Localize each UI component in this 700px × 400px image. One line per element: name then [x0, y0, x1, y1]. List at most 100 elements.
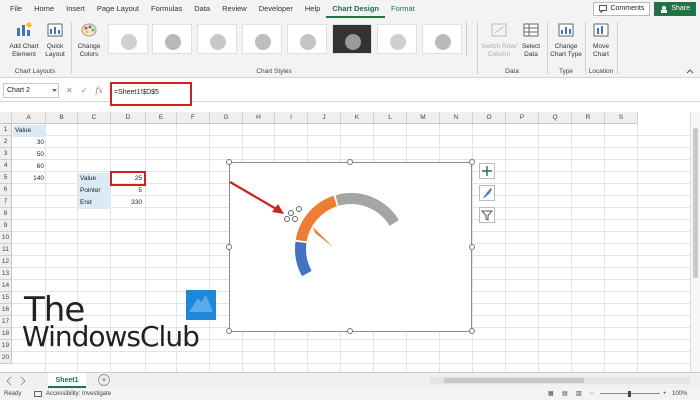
row-header-7[interactable]: 7	[0, 196, 12, 208]
status-accessibility[interactable]: Accessibility: Investigate	[46, 388, 111, 400]
column-header-c[interactable]: C	[78, 112, 111, 124]
column-header-i[interactable]: I	[275, 112, 308, 124]
cancel-icon[interactable]: ✕	[66, 83, 73, 98]
row-header-14[interactable]: 14	[0, 280, 12, 292]
formula-input[interactable]: =Sheet1!$D$5	[110, 82, 192, 106]
column-header-e[interactable]: E	[146, 112, 177, 124]
column-header-g[interactable]: G	[210, 112, 243, 124]
gauge-segment-1[interactable]	[295, 241, 312, 277]
tab-formulas[interactable]: Formulas	[145, 0, 188, 18]
chart-resize-handle-b[interactable]	[347, 328, 353, 334]
cell-d7[interactable]: 330	[111, 197, 144, 209]
enter-icon[interactable]: ✓	[81, 83, 88, 98]
row-header-6[interactable]: 6	[0, 184, 12, 196]
column-header-j[interactable]: J	[308, 112, 341, 124]
chart-resize-handle-l[interactable]	[226, 244, 232, 250]
tab-data[interactable]: Data	[188, 0, 216, 18]
zoom-slider-thumb[interactable]	[628, 391, 631, 397]
zoom-out-icon[interactable]: −	[590, 388, 594, 400]
horizontal-scrollbar[interactable]	[430, 377, 690, 384]
share-button[interactable]: Share	[654, 2, 696, 16]
select-all-corner[interactable]	[0, 112, 12, 124]
collapse-ribbon-icon[interactable]	[686, 68, 694, 74]
chart-styles-button[interactable]	[479, 185, 495, 201]
page-layout-view-icon[interactable]: ▤	[562, 388, 568, 400]
comments-button[interactable]: Comments	[593, 2, 651, 16]
row-header-18[interactable]: 18	[0, 328, 12, 340]
row-header-2[interactable]: 2	[0, 136, 12, 148]
row-header-19[interactable]: 19	[0, 340, 12, 352]
cell-c5[interactable]: Value	[78, 173, 111, 185]
row-header-16[interactable]: 16	[0, 304, 12, 316]
chart-resize-handle-t[interactable]	[347, 159, 353, 165]
column-header-d[interactable]: D	[111, 112, 146, 124]
normal-view-icon[interactable]: ▦	[548, 388, 554, 400]
column-header-h[interactable]: H	[243, 112, 275, 124]
scroll-right-icon[interactable]	[20, 377, 26, 385]
chart-filters-button[interactable]	[479, 207, 495, 223]
column-header-p[interactable]: P	[506, 112, 539, 124]
row-header-1[interactable]: 1	[0, 124, 12, 136]
page-break-view-icon[interactable]: ▥	[576, 388, 582, 400]
cell-a3[interactable]: 50	[13, 149, 46, 161]
column-header-l[interactable]: L	[374, 112, 407, 124]
column-header-f[interactable]: F	[177, 112, 210, 124]
tab-file[interactable]: File	[4, 0, 28, 18]
zoom-in-icon[interactable]: +	[663, 388, 667, 400]
column-header-q[interactable]: Q	[539, 112, 572, 124]
tab-help[interactable]: Help	[299, 0, 326, 18]
cell-a1[interactable]: Value	[13, 125, 46, 137]
tab-review[interactable]: Review	[216, 0, 253, 18]
cell-c7[interactable]: End	[78, 197, 111, 209]
row-header-4[interactable]: 4	[0, 160, 12, 172]
chart-resize-handle-tr[interactable]	[469, 159, 475, 165]
row-header-13[interactable]: 13	[0, 268, 12, 280]
cell-a4[interactable]: 60	[13, 161, 46, 173]
tab-chart-design[interactable]: Chart Design	[326, 0, 386, 18]
row-header-17[interactable]: 17	[0, 316, 12, 328]
row-header-15[interactable]: 15	[0, 292, 12, 304]
chart-resize-handle-tl[interactable]	[226, 159, 232, 165]
column-header-a[interactable]: A	[12, 112, 46, 124]
zoom-level[interactable]: 100%	[672, 388, 687, 400]
name-box-dropdown-icon[interactable]	[52, 89, 57, 93]
gauge-segment-3[interactable]	[335, 193, 400, 226]
macro-record-icon[interactable]	[34, 391, 42, 397]
row-header-20[interactable]: 20	[0, 352, 12, 364]
cell-c6[interactable]: Pointer	[78, 185, 111, 197]
column-header-k[interactable]: K	[341, 112, 374, 124]
column-header-r[interactable]: R	[572, 112, 605, 124]
tab-page-layout[interactable]: Page Layout	[91, 0, 145, 18]
scroll-left-icon[interactable]	[6, 377, 12, 385]
row-header-12[interactable]: 12	[0, 256, 12, 268]
segment-selection-handle-2[interactable]	[296, 206, 302, 212]
cell-a2[interactable]: 30	[13, 137, 46, 149]
tab-developer[interactable]: Developer	[253, 0, 299, 18]
row-header-8[interactable]: 8	[0, 208, 12, 220]
row-header-10[interactable]: 10	[0, 232, 12, 244]
tab-insert[interactable]: Insert	[60, 0, 91, 18]
row-header-11[interactable]: 11	[0, 244, 12, 256]
tab-home[interactable]: Home	[28, 0, 60, 18]
column-header-m[interactable]: M	[407, 112, 440, 124]
function-icon[interactable]: fx	[95, 83, 102, 98]
column-header-b[interactable]: B	[46, 112, 78, 124]
tab-format[interactable]: Format	[385, 0, 421, 18]
column-header-o[interactable]: O	[473, 112, 506, 124]
segment-selection-handle-1[interactable]	[288, 210, 294, 216]
add-sheet-button[interactable]: +	[98, 374, 110, 386]
name-box[interactable]: Chart 2	[3, 83, 59, 98]
segment-selection-handle-3[interactable]	[292, 216, 298, 222]
cell-d6[interactable]: 5	[111, 185, 144, 197]
chart-resize-handle-r[interactable]	[469, 244, 475, 250]
chart-resize-handle-br[interactable]	[469, 328, 475, 334]
row-header-9[interactable]: 9	[0, 220, 12, 232]
column-header-n[interactable]: N	[440, 112, 473, 124]
vertical-scrollbar[interactable]	[690, 112, 700, 372]
chart-elements-button[interactable]	[479, 163, 495, 179]
row-header-3[interactable]: 3	[0, 148, 12, 160]
cell-a5[interactable]: 140	[13, 173, 46, 185]
gauge-pointer[interactable]	[313, 227, 333, 247]
column-header-s[interactable]: S	[605, 112, 638, 124]
chart-resize-handle-bl[interactable]	[226, 328, 232, 334]
